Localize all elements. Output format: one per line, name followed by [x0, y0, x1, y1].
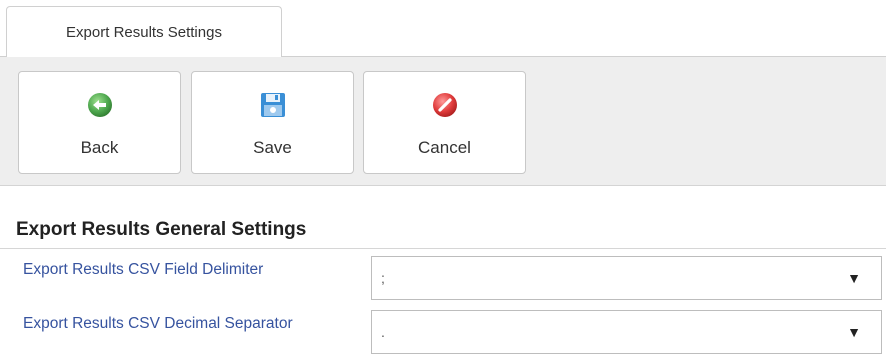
csv-decimal-separator-label: Export Results CSV Decimal Separator: [23, 315, 293, 332]
back-button[interactable]: Back: [18, 71, 181, 174]
csv-field-delimiter-value: ;: [381, 270, 385, 286]
cancel-button[interactable]: Cancel: [363, 71, 526, 174]
floppy-disk-icon: [260, 92, 286, 118]
tab-label: Export Results Settings: [66, 24, 222, 41]
tab-bar: Export Results Settings: [0, 0, 886, 58]
section-title: Export Results General Settings: [16, 219, 307, 240]
csv-field-delimiter-select[interactable]: ; ▼: [371, 256, 882, 300]
csv-decimal-separator-select[interactable]: . ▼: [371, 310, 882, 354]
save-button-label: Save: [253, 138, 292, 157]
csv-field-delimiter-label: Export Results CSV Field Delimiter: [23, 261, 264, 278]
divider: [0, 248, 886, 249]
toolbar: Back Save Cancel: [0, 57, 886, 186]
tab-export-results-settings[interactable]: Export Results Settings: [6, 6, 282, 58]
csv-decimal-separator-value: .: [381, 324, 385, 340]
dropdown-arrow-icon: ▼: [847, 324, 861, 340]
back-arrow-icon: [87, 92, 113, 118]
cancel-icon: [432, 92, 458, 118]
back-button-label: Back: [80, 138, 119, 157]
dropdown-arrow-icon: ▼: [847, 270, 861, 286]
cancel-button-label: Cancel: [418, 138, 471, 157]
save-button[interactable]: Save: [191, 71, 354, 174]
